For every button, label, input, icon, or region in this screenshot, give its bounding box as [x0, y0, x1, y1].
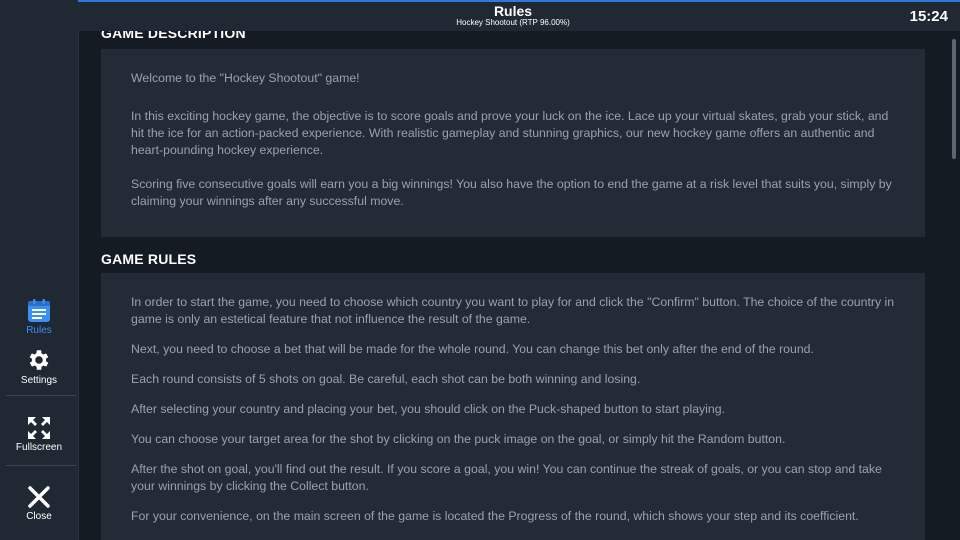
- rules-icon: [28, 299, 50, 322]
- sidebar-item-settings[interactable]: Settings: [0, 347, 78, 386]
- sidebar-divider: [6, 395, 76, 396]
- rules-content[interactable]: GAME DESCRIPTION Welcome to the "Hockey …: [78, 31, 948, 540]
- sidebar-item-fullscreen[interactable]: Fullscreen: [0, 416, 78, 453]
- rules-paragraph: In order to start the game, you need to …: [131, 295, 895, 326]
- rules-paragraph: Each round consists of 5 shots on goal. …: [131, 372, 641, 386]
- header-bar: Rules Hockey Shootout (RTP 96.00%) 15:24: [78, 0, 960, 31]
- description-paragraph: Welcome to the "Hockey Shootout" game!: [131, 71, 360, 85]
- rules-paragraph: After the shot on goal, you'll find out …: [131, 462, 882, 493]
- sidebar-item-label: Fullscreen: [15, 442, 63, 453]
- section-title-rules: GAME RULES: [101, 251, 197, 267]
- rules-paragraph: Next, you need to choose a bet that will…: [131, 342, 814, 356]
- scrollbar[interactable]: [948, 31, 960, 540]
- sidebar-item-label: Close: [26, 511, 52, 522]
- rules-paragraph: For your convenience, on the main screen…: [131, 509, 859, 523]
- rules-paragraph: You can choose your target area for the …: [131, 432, 786, 446]
- sidebar-item-close[interactable]: Close: [0, 485, 78, 522]
- sidebar-item-rules[interactable]: Rules: [0, 299, 78, 336]
- sidebar-item-label: Settings: [20, 375, 58, 386]
- sidebar: Rules Settings Fullscreen Close: [0, 0, 79, 540]
- scrollbar-thumb[interactable]: [952, 39, 956, 159]
- clock: 15:24: [909, 8, 948, 25]
- rules-panel: In order to start the game, you need to …: [101, 273, 925, 540]
- rules-paragraph: After selecting your country and placing…: [131, 402, 726, 416]
- sidebar-divider: [6, 465, 76, 466]
- description-paragraph: In this exciting hockey game, the object…: [131, 109, 889, 157]
- sidebar-item-label: Rules: [26, 325, 52, 336]
- fullscreen-icon: [28, 417, 50, 439]
- description-paragraph: Scoring five consecutive goals will earn…: [131, 177, 892, 208]
- page-subtitle: Hockey Shootout (RTP 96.00%): [456, 18, 570, 27]
- description-panel: Welcome to the "Hockey Shootout" game! I…: [101, 49, 925, 237]
- page-title: Rules: [493, 3, 533, 19]
- gear-icon: [29, 350, 49, 370]
- close-icon: [28, 486, 50, 508]
- section-title-description: GAME DESCRIPTION: [101, 31, 246, 41]
